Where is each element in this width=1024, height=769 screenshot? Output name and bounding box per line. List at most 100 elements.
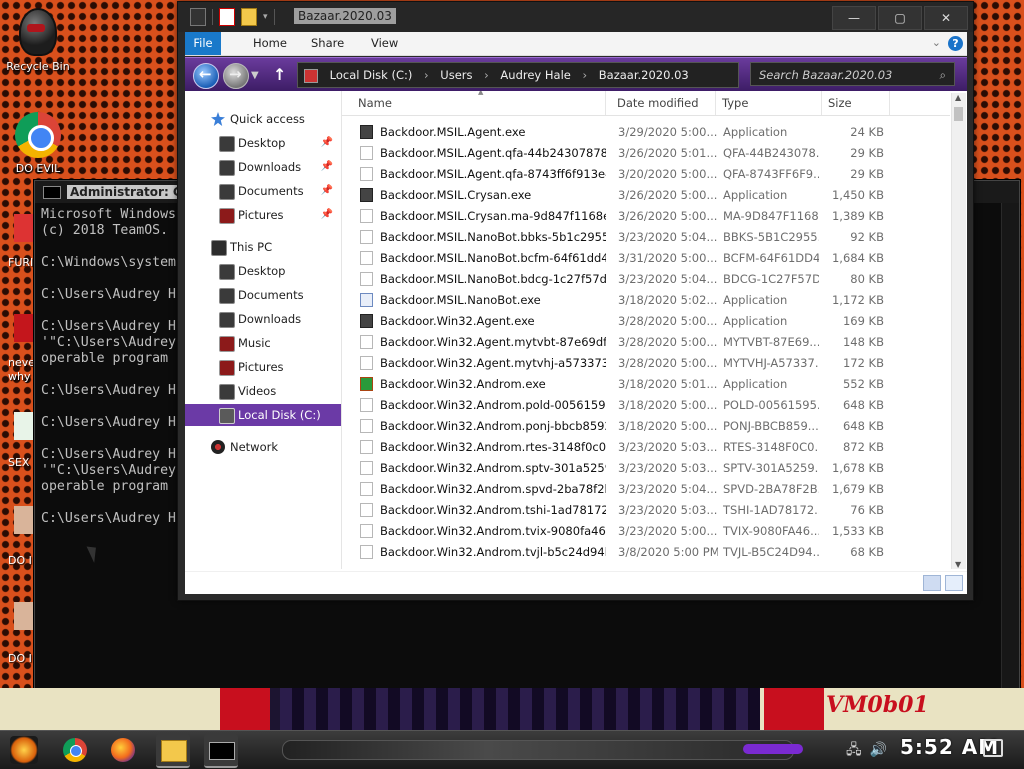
- music-folder-icon: [219, 336, 235, 352]
- close-button[interactable]: ✕: [924, 6, 968, 30]
- file-row[interactable]: Backdoor.Win32.Androm.tvjl-b5c24d94b63f.…: [342, 542, 950, 563]
- file-type: TVJL-B5C24D94...: [723, 545, 819, 559]
- file-row[interactable]: Backdoor.Win32.Agent.mytvhj-a57337366c..…: [342, 353, 950, 374]
- details-view-icon[interactable]: [923, 575, 941, 591]
- tab-file[interactable]: File: [185, 32, 221, 55]
- file-row[interactable]: Backdoor.Win32.Agent.exe 3/28/2020 5:00..…: [342, 311, 950, 332]
- new-folder-icon[interactable]: [241, 8, 257, 26]
- nav-qa-pictures[interactable]: Pictures 📌: [185, 204, 341, 226]
- desktop-folder-icon: [219, 136, 235, 152]
- file-row[interactable]: Backdoor.Win32.Androm.exe 3/18/2020 5:01.…: [342, 374, 950, 395]
- file-row[interactable]: Backdoor.MSIL.NanoBot.exe 3/18/2020 5:02.…: [342, 290, 950, 311]
- forward-button[interactable]: [223, 63, 249, 89]
- file-row[interactable]: Backdoor.Win32.Androm.spvd-2ba78f2b91...…: [342, 479, 950, 500]
- file-explorer-window[interactable]: ▾ Bazaar.2020.03 — ▢ ✕ File Home Share V…: [177, 1, 974, 601]
- nav-quick-access[interactable]: Quick access: [185, 108, 341, 130]
- nav-pc-music[interactable]: Music: [185, 332, 341, 354]
- breadcrumb-separator-icon[interactable]: ›: [424, 68, 429, 82]
- nav-this-pc[interactable]: This PC: [185, 236, 341, 258]
- tab-home[interactable]: Home: [243, 32, 297, 55]
- nav-pc-pictures[interactable]: Pictures: [185, 356, 341, 378]
- file-row[interactable]: Backdoor.Win32.Androm.tshi-1ad781722bd..…: [342, 500, 950, 521]
- file-row[interactable]: Backdoor.MSIL.NanoBot.bcfm-64f61dd41ec..…: [342, 248, 950, 269]
- taskbar-command-prompt[interactable]: [204, 734, 238, 768]
- nav-pc-videos[interactable]: Videos: [185, 380, 341, 402]
- file-size: 648 KB: [842, 419, 884, 433]
- file-row[interactable]: Backdoor.Win32.Androm.sptv-301a5259de...…: [342, 458, 950, 479]
- taskbar-file-explorer[interactable]: [156, 734, 190, 768]
- network-status-icon[interactable]: 🖧: [846, 742, 862, 758]
- file-row[interactable]: Backdoor.MSIL.NanoBot.bdcg-1c27f57ddb7..…: [342, 269, 950, 290]
- help-icon[interactable]: ?: [948, 36, 963, 51]
- file-row[interactable]: Backdoor.Win32.Androm.ponj-bbcb85929cf..…: [342, 416, 950, 437]
- scroll-down-icon[interactable]: ▼: [955, 560, 961, 569]
- nav-qa-documents[interactable]: Documents 📌: [185, 180, 341, 202]
- breadcrumb-item[interactable]: Audrey Hale: [500, 68, 570, 82]
- recycle-bin-shortcut[interactable]: Recycle Bin: [1, 8, 75, 73]
- breadcrumb-item[interactable]: Bazaar.2020.03: [599, 68, 689, 82]
- expand-ribbon-chevron-icon[interactable]: ⌄: [932, 36, 941, 49]
- location-icon: [304, 68, 318, 83]
- file-row[interactable]: Backdoor.Win32.Androm.rtes-3148f0c0266..…: [342, 437, 950, 458]
- recent-locations-chevron-icon[interactable]: ▼: [251, 70, 259, 81]
- taskbar-chrome[interactable]: [58, 734, 92, 766]
- file-date-modified: 3/23/2020 5:03...: [618, 461, 718, 475]
- file-row[interactable]: Backdoor.MSIL.Crysan.ma-9d847f1168ee9...…: [342, 206, 950, 227]
- nav-network[interactable]: Network: [185, 436, 341, 458]
- nav-pc-desktop[interactable]: Desktop: [185, 260, 341, 282]
- start-button[interactable]: [10, 736, 38, 764]
- column-header-date[interactable]: Date modified: [611, 91, 716, 115]
- breadcrumb-separator-icon[interactable]: ›: [583, 68, 588, 82]
- file-date-modified: 3/18/2020 5:01...: [618, 377, 718, 391]
- file-row[interactable]: Backdoor.MSIL.Crysan.exe 3/26/2020 5:00..…: [342, 185, 950, 206]
- breadcrumb-separator-icon[interactable]: ›: [484, 68, 489, 82]
- computer-icon: [211, 240, 227, 256]
- file-size: 1,684 KB: [831, 251, 884, 265]
- back-button[interactable]: [193, 63, 219, 89]
- search-icon[interactable]: ⌕: [940, 63, 946, 87]
- taskbar-firefox[interactable]: [106, 734, 140, 766]
- address-bar[interactable]: Local Disk (C:) › Users › Audrey Hale › …: [297, 62, 739, 88]
- file-row[interactable]: Backdoor.Win32.Androm.tvix-9080fa46bb2..…: [342, 521, 950, 542]
- explorer-titlebar[interactable]: ▾ Bazaar.2020.03 — ▢ ✕: [178, 2, 973, 32]
- tab-share[interactable]: Share: [301, 32, 354, 55]
- tab-view[interactable]: View: [361, 32, 408, 55]
- volume-icon[interactable]: 🔊: [870, 742, 887, 758]
- search-input[interactable]: Search Bazaar.2020.03 ⌕: [750, 62, 955, 86]
- nav-qa-downloads[interactable]: Downloads 📌: [185, 156, 341, 178]
- file-row[interactable]: Backdoor.MSIL.NanoBot.bbks-5b1c295555...…: [342, 227, 950, 248]
- file-name: Backdoor.MSIL.NanoBot.exe: [380, 293, 541, 307]
- minimize-button[interactable]: —: [832, 6, 876, 30]
- chrome-shortcut[interactable]: DO EVIL: [1, 112, 75, 175]
- file-size: 68 KB: [850, 545, 884, 559]
- column-header-name[interactable]: Name: [352, 91, 606, 115]
- column-header-type[interactable]: Type: [716, 91, 822, 115]
- large-icons-view-icon[interactable]: [945, 575, 963, 591]
- properties-icon[interactable]: [219, 8, 235, 26]
- nav-pc-documents[interactable]: Documents: [185, 284, 341, 306]
- file-row[interactable]: Backdoor.Win32.Agent.mytvbt-87e69df644c.…: [342, 332, 950, 353]
- file-list-scrollbar[interactable]: ▲ ▼: [951, 93, 966, 569]
- up-arrow-icon[interactable]: ↑: [273, 65, 286, 84]
- console-scrollbar[interactable]: [1001, 203, 1019, 689]
- file-row[interactable]: Backdoor.MSIL.Agent.exe 3/29/2020 5:00...…: [342, 122, 950, 143]
- file-type: MYTVBT-87E69...: [723, 335, 819, 349]
- file-date-modified: 3/18/2020 5:02...: [618, 293, 718, 307]
- firefox-icon: [111, 738, 135, 762]
- scroll-up-icon[interactable]: ▲: [955, 93, 961, 102]
- file-row[interactable]: Backdoor.MSIL.Agent.qfa-8743ff6f913e40b.…: [342, 164, 950, 185]
- file-date-modified: 3/18/2020 5:00...: [618, 419, 718, 433]
- breadcrumb-item[interactable]: Users: [440, 68, 472, 82]
- nav-local-disk[interactable]: Local Disk (C:): [185, 404, 341, 426]
- nav-pc-downloads[interactable]: Downloads: [185, 308, 341, 330]
- breadcrumb-item[interactable]: Local Disk (C:): [330, 68, 413, 82]
- file-row[interactable]: Backdoor.Win32.Androm.pold-00561595f71..…: [342, 395, 950, 416]
- column-header-size[interactable]: Size: [822, 91, 890, 115]
- scrollbar-thumb[interactable]: [954, 107, 963, 121]
- maximize-button[interactable]: ▢: [878, 6, 922, 30]
- recycle-bin-label: Recycle Bin: [6, 60, 70, 73]
- customize-toolbar-chevron-icon[interactable]: ▾: [263, 12, 268, 22]
- notifications-icon[interactable]: [983, 739, 1003, 757]
- nav-qa-desktop[interactable]: Desktop 📌: [185, 132, 341, 154]
- file-row[interactable]: Backdoor.MSIL.Agent.qfa-44b243078780fa..…: [342, 143, 950, 164]
